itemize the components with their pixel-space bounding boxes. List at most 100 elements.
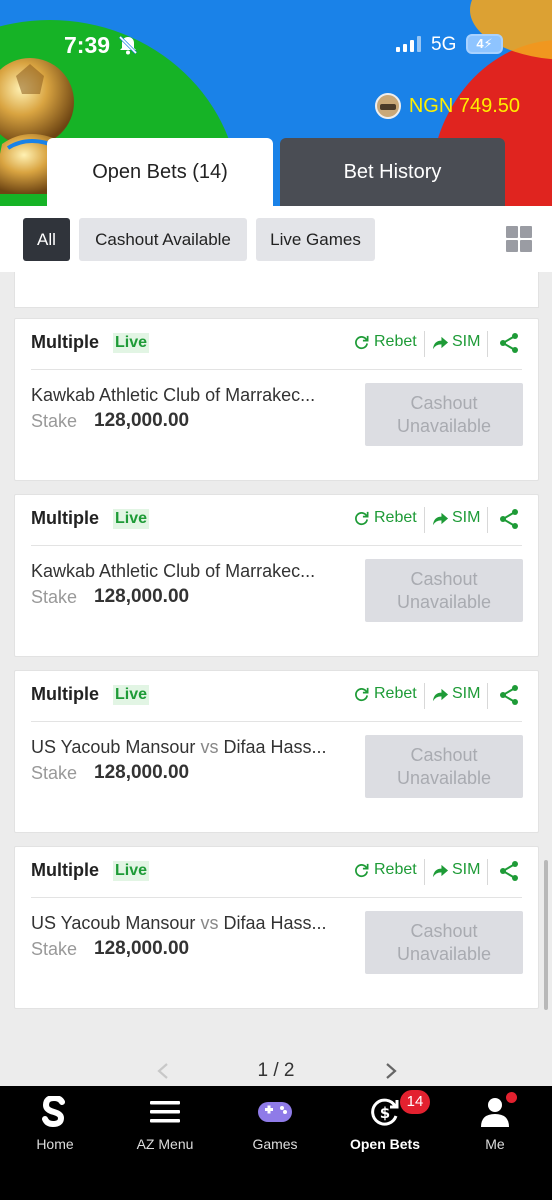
tab-open-bets[interactable]: Open Bets (14): [47, 138, 273, 206]
nav-games[interactable]: Games: [220, 1086, 330, 1166]
pagination: 1 / 2: [0, 1060, 552, 1086]
nav-games-label: Games: [252, 1136, 298, 1152]
stake-amount: 128,000.00: [94, 938, 190, 959]
sporty-logo-icon: [42, 1096, 65, 1128]
balance[interactable]: NGN 749.50: [374, 93, 520, 119]
stake-label: Stake: [31, 939, 78, 959]
filter-all-button[interactable]: All: [23, 218, 70, 261]
rebet-button[interactable]: Rebet: [353, 861, 417, 879]
scrollbar[interactable]: [544, 860, 548, 1010]
nav-home-label: Home: [36, 1136, 74, 1152]
rebet-label: Rebet: [374, 861, 417, 878]
nav-me[interactable]: Me: [440, 1086, 550, 1166]
status-bar: 7:39 5G 4⚡: [0, 30, 552, 60]
stake-label: Stake: [31, 587, 78, 607]
sim-label: SIM: [452, 333, 481, 350]
live-badge: Live: [113, 509, 150, 529]
open-bets-count-badge: 14: [400, 1090, 430, 1114]
nav-az-menu[interactable]: AZ Menu: [110, 1086, 220, 1166]
bottom-nav: Home AZ Menu Games $ Open Bets Me: [0, 1086, 552, 1200]
rebet-label: Rebet: [374, 685, 417, 702]
battery-icon: 4⚡: [466, 34, 503, 54]
bet-card[interactable]: Multiple Live Rebet SIM US Yacoub Mansou…: [14, 846, 539, 1009]
live-badge: Live: [113, 333, 150, 353]
bet-card-header: Multiple Live Rebet SIM: [15, 671, 538, 720]
sim-button[interactable]: SIM: [432, 333, 480, 351]
bet-card-header: Multiple Live Rebet SIM: [15, 319, 538, 368]
bet-type: Multiple: [31, 860, 99, 880]
filter-cashout-available-button[interactable]: Cashout Available: [79, 218, 247, 261]
forward-arrow-icon: [432, 688, 449, 701]
bet-card[interactable]: Multiple Live Rebet SIM Kawkab Athletic …: [14, 494, 539, 657]
share-icon[interactable]: [498, 860, 520, 882]
sim-button[interactable]: SIM: [432, 861, 480, 879]
bet-type: Multiple: [31, 684, 99, 704]
home-team: Kawkab Athletic Club of Marrakec...: [31, 561, 316, 581]
forward-arrow-icon: [432, 336, 449, 349]
filter-bar: All Cashout Available Live Games: [0, 206, 552, 272]
chevron-right-icon[interactable]: [384, 1062, 398, 1080]
divider: [424, 683, 425, 709]
match-name: US Yacoub Mansour vs Difaa Hass...: [31, 737, 351, 758]
cashout-button[interactable]: Cashout Unavailable: [365, 911, 523, 974]
nav-home[interactable]: Home: [0, 1086, 110, 1166]
divider: [31, 897, 522, 898]
away-team: Difaa Hass...: [223, 737, 327, 757]
svg-text:$: $: [380, 1104, 390, 1122]
divider: [31, 721, 522, 722]
divider: [487, 331, 488, 357]
bet-card[interactable]: Multiple Live Rebet SIM US Yacoub Mansou…: [14, 670, 539, 833]
sim-button[interactable]: SIM: [432, 509, 480, 527]
notification-dot: [506, 1092, 517, 1103]
live-badge: Live: [113, 861, 150, 881]
tab-bet-history[interactable]: Bet History: [280, 138, 505, 206]
bet-card-header: Multiple Live Rebet SIM: [15, 495, 538, 544]
vs-label: vs: [200, 737, 219, 757]
vs-label: vs: [200, 913, 219, 933]
clock: 7:39: [64, 32, 111, 58]
divider: [487, 507, 488, 533]
match-name: US Yacoub Mansour vs Difaa Hass...: [31, 913, 351, 934]
stake-label: Stake: [31, 411, 78, 431]
cashout-button[interactable]: Cashout Unavailable: [365, 559, 523, 622]
stake-amount: 128,000.00: [94, 586, 190, 607]
rebet-button[interactable]: Rebet: [353, 685, 417, 703]
match-name: Kawkab Athletic Club of Marrakec...: [31, 561, 351, 582]
filter-live-games-button[interactable]: Live Games: [256, 218, 375, 261]
stake-amount: 128,000.00: [94, 410, 190, 431]
cashout-button[interactable]: Cashout Unavailable: [365, 383, 523, 446]
sim-label: SIM: [452, 685, 481, 702]
grid-view-icon[interactable]: [506, 226, 532, 252]
bet-type: Multiple: [31, 508, 99, 528]
balance-amount: NGN 749.50: [408, 94, 520, 117]
bets-list[interactable]: Multiple Live Rebet SIM Kawkab Athletic …: [0, 272, 552, 1086]
avatar: [374, 93, 401, 119]
forward-arrow-icon: [432, 512, 449, 525]
live-badge: Live: [113, 685, 150, 705]
rebet-button[interactable]: Rebet: [353, 509, 417, 527]
bell-mute-icon: [118, 35, 138, 55]
refresh-icon: [355, 335, 369, 349]
menu-icon: [150, 1101, 180, 1123]
bet-card[interactable]: Multiple Live Rebet SIM Kawkab Athletic …: [14, 318, 539, 481]
home-team: US Yacoub Mansour: [31, 737, 196, 757]
divider: [424, 331, 425, 357]
share-icon[interactable]: [498, 684, 520, 706]
rebet-label: Rebet: [374, 509, 417, 526]
bet-card-header: Multiple Live Rebet SIM: [15, 847, 538, 896]
share-icon[interactable]: [498, 508, 520, 530]
sim-button[interactable]: SIM: [432, 685, 480, 703]
rebet-button[interactable]: Rebet: [353, 333, 417, 351]
cashout-button[interactable]: Cashout Unavailable: [365, 735, 523, 798]
nav-az-menu-label: AZ Menu: [136, 1136, 194, 1152]
stake-label: Stake: [31, 763, 78, 783]
home-team: US Yacoub Mansour: [31, 913, 196, 933]
open-bets-icon: $: [371, 1098, 399, 1126]
nav-me-label: Me: [485, 1136, 505, 1152]
page-indicator: 1 / 2: [257, 1060, 295, 1081]
battery-level: 4: [476, 36, 484, 51]
refresh-icon: [355, 511, 369, 525]
nav-open-bets-label: Open Bets: [349, 1136, 420, 1152]
home-team: Kawkab Athletic Club of Marrakec...: [31, 385, 316, 405]
share-icon[interactable]: [498, 332, 520, 354]
